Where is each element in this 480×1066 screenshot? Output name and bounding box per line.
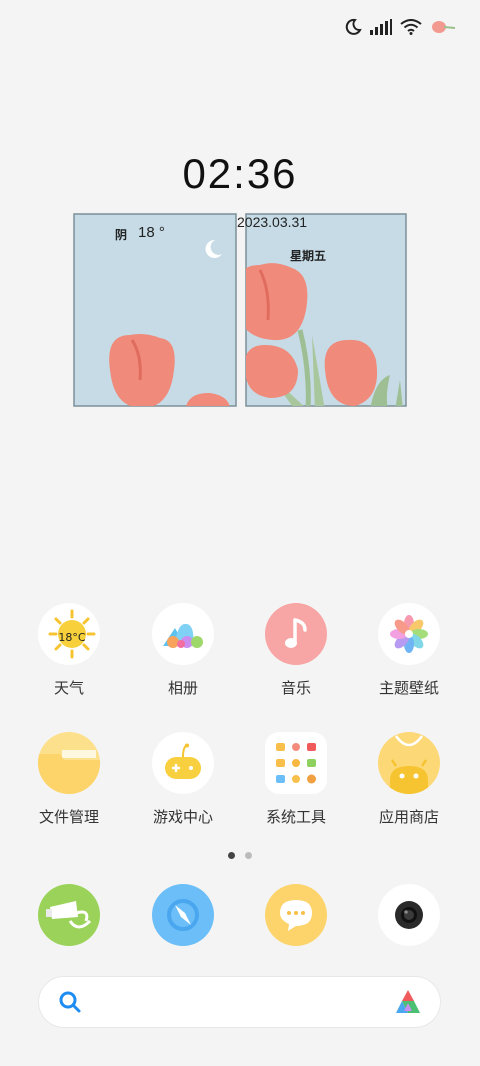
app-system-tools[interactable]: 系统工具	[241, 732, 351, 827]
clock-time[interactable]: 02:36	[0, 150, 480, 198]
app-label: 相册	[167, 679, 198, 697]
app-label: 主题壁纸	[378, 679, 439, 697]
app-label: 天气	[53, 679, 84, 697]
theme-flower-icon	[378, 603, 440, 665]
folder-icon	[38, 732, 100, 794]
app-store-icon	[378, 732, 440, 794]
app-themes[interactable]: 主题壁纸	[354, 603, 464, 698]
phone-icon	[38, 884, 100, 946]
search-bar[interactable]	[38, 976, 441, 1028]
widget-date: 2023.03.31	[237, 214, 308, 230]
app-label: 文件管理	[38, 808, 99, 826]
dock-browser[interactable]	[128, 884, 238, 946]
app-label: 游戏中心	[152, 808, 213, 826]
app-label: 应用商店	[378, 808, 439, 826]
wifi-icon	[400, 19, 422, 35]
weather-badge: 18°C	[58, 630, 86, 644]
page-dot[interactable]	[245, 852, 252, 859]
dock-messages[interactable]	[241, 884, 351, 946]
app-label: 系统工具	[265, 808, 326, 826]
widget-weekday: 星期五	[290, 249, 327, 263]
search-icon	[59, 991, 81, 1013]
app-game-center[interactable]: 游戏中心	[128, 732, 238, 827]
weather-condition: 阴	[115, 228, 128, 242]
game-controller-icon	[152, 732, 214, 794]
signal-icon	[370, 19, 392, 35]
widget-temperature: 18 °	[138, 224, 165, 241]
camera-icon	[378, 884, 440, 946]
page-indicator[interactable]	[0, 852, 480, 859]
assistant-logo-icon[interactable]	[394, 989, 422, 1015]
app-file-manager[interactable]: 文件管理	[14, 732, 124, 827]
date-weather-widget[interactable]: 阴 18 ° 2023.03.31 星期五	[70, 210, 410, 410]
music-note-icon	[265, 603, 327, 665]
tulip-icon	[432, 21, 456, 33]
status-bar	[344, 18, 456, 36]
gallery-icon	[152, 603, 214, 665]
app-gallery[interactable]: 相册	[128, 603, 238, 698]
page-dot-active[interactable]	[228, 852, 235, 859]
moon-icon	[345, 18, 362, 35]
weather-icon: 18°C	[38, 603, 100, 665]
browser-compass-icon	[152, 884, 214, 946]
app-label: 音乐	[280, 679, 311, 697]
app-music[interactable]: 音乐	[241, 603, 351, 698]
app-store[interactable]: 应用商店	[354, 732, 464, 827]
dock-phone[interactable]	[14, 884, 124, 946]
messages-icon	[265, 884, 327, 946]
tools-folder-icon	[265, 732, 327, 794]
app-weather[interactable]: 18°C 天气	[14, 603, 124, 698]
dock-camera[interactable]	[354, 884, 464, 946]
